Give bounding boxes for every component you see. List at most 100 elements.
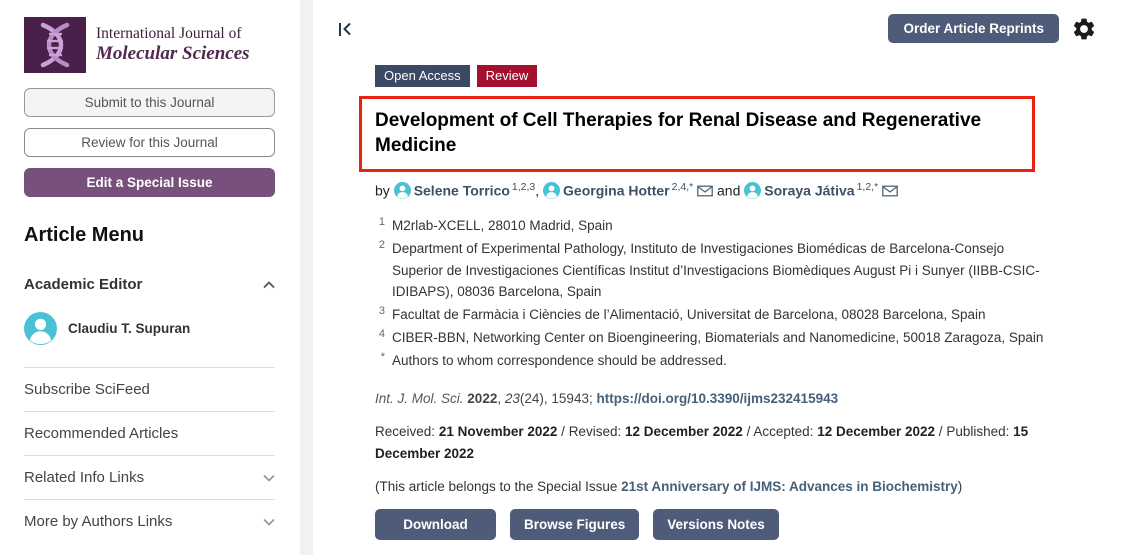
citation-year: 2022	[467, 391, 497, 406]
history-label: Revised:	[569, 424, 622, 439]
sidebar-item-more-by-authors-links[interactable]: More by Authors Links	[24, 499, 275, 543]
title-highlight-box: Development of Cell Therapies for Renal …	[359, 96, 1035, 172]
order-article-reprints-button[interactable]: Order Article Reprints	[888, 14, 1059, 43]
affiliation-marker: *	[375, 349, 385, 371]
collapse-bar	[339, 23, 341, 36]
header-actions: Order Article Reprints	[888, 14, 1097, 43]
author-link[interactable]: Selene Torrico	[414, 183, 510, 199]
author-person-icon	[543, 182, 560, 199]
affiliation-item: * Authors to whom correspondence should …	[375, 350, 1051, 372]
sidebar-item-recommended-articles[interactable]: Recommended Articles	[24, 411, 275, 455]
history-date: 12 December 2022	[817, 424, 935, 439]
citation-issue-pages: (24), 15943;	[520, 391, 593, 406]
academic-editor-card: Claudiu T. Supuran	[24, 312, 275, 345]
history-label: Accepted:	[753, 424, 813, 439]
history-label: Received:	[375, 424, 435, 439]
affiliation-text: Authors to whom correspondence should be…	[392, 350, 727, 372]
history-label: Published:	[946, 424, 1009, 439]
author-person-icon	[744, 182, 761, 199]
submit-to-journal-button[interactable]: Submit to this Journal	[24, 88, 275, 117]
article-title: Development of Cell Therapies for Renal …	[375, 108, 1020, 158]
history-separator: /	[939, 424, 943, 439]
versions-notes-button[interactable]: Versions Notes	[653, 509, 779, 540]
article: Open Access Review Development of Cell T…	[375, 65, 1075, 540]
email-icon[interactable]	[882, 185, 898, 197]
edit-special-issue-button[interactable]: Edit a Special Issue	[24, 168, 275, 197]
affiliation-marker: 1	[375, 214, 385, 236]
affiliation-text: Facultat de Farmàcia i Ciències de l’Ali…	[392, 304, 986, 326]
chevron-up-icon[interactable]	[263, 281, 275, 289]
affiliation-text: CIBER-BBN, Networking Center on Bioengin…	[392, 327, 1043, 349]
affiliation-text: Department of Experimental Pathology, In…	[392, 238, 1051, 304]
article-menu-title: Article Menu	[24, 224, 275, 247]
journal-logo-block[interactable]: International Journal of Molecular Scien…	[24, 17, 275, 73]
journal-name-line2: Molecular Sciences	[96, 43, 250, 65]
history-separator: /	[747, 424, 751, 439]
special-issue-prefix: (This article belongs to the Special Iss…	[375, 479, 617, 494]
gear-icon[interactable]	[1071, 16, 1097, 42]
sidebar: International Journal of Molecular Scien…	[0, 0, 300, 555]
author-person-icon	[394, 182, 411, 199]
history-date: 12 December 2022	[625, 424, 743, 439]
special-issue-suffix: )	[958, 479, 963, 494]
author-affil-sup: 2,4,*	[672, 181, 694, 193]
byline-by: by	[375, 183, 390, 199]
affiliation-marker: 4	[375, 326, 385, 348]
author-affil-sup: 1,2,3	[512, 181, 535, 193]
doi-link[interactable]: https://doi.org/10.3390/ijms232415943	[596, 391, 838, 406]
sidebar-item-label: Subscribe SciFeed	[24, 381, 150, 398]
special-issue-link[interactable]: 21st Anniversary of IJMS: Advances in Bi…	[621, 479, 958, 494]
sidebar-item-label: Related Info Links	[24, 469, 144, 486]
sidebar-item-label: More by Authors Links	[24, 513, 172, 530]
sidebar-item-related-info-links[interactable]: Related Info Links	[24, 455, 275, 499]
academic-editor-label: Academic Editor	[24, 276, 142, 293]
open-access-badge: Open Access	[375, 65, 470, 87]
page: International Journal of Molecular Scien…	[0, 0, 1121, 555]
affiliation-item: 3 Facultat de Farmàcia i Ciències de l’A…	[375, 304, 1051, 326]
affiliations-list: 1 M2rlab-XCELL, 28010 Madrid, Spain 2 De…	[375, 215, 1051, 372]
author-link[interactable]: Georgina Hotter	[563, 183, 670, 199]
academic-editor-name[interactable]: Claudiu T. Supuran	[68, 321, 190, 336]
chevron-down-icon	[263, 518, 275, 526]
journal-logo-icon	[24, 17, 86, 73]
author-affil-sup: 1,2,*	[857, 181, 879, 193]
browse-figures-button[interactable]: Browse Figures	[510, 509, 639, 540]
author-separator: and	[717, 183, 740, 199]
affiliation-item: 2 Department of Experimental Pathology, …	[375, 238, 1051, 304]
article-badges: Open Access Review	[375, 65, 1075, 87]
download-button[interactable]: Download	[375, 509, 496, 540]
history-date: 21 November 2022	[439, 424, 558, 439]
history-separator: /	[561, 424, 565, 439]
citation-comma: ,	[497, 391, 501, 406]
special-issue-line: (This article belongs to the Special Iss…	[375, 479, 1075, 494]
collapse-sidebar-icon[interactable]	[339, 22, 352, 36]
affiliation-marker: 2	[375, 237, 385, 303]
citation-line: Int. J. Mol. Sci. 2022, 23(24), 15943; h…	[375, 391, 1075, 406]
main-header: Order Article Reprints	[339, 14, 1097, 43]
affiliation-marker: 3	[375, 303, 385, 325]
article-history: Received: 21 November 2022 / Revised: 12…	[375, 421, 1051, 466]
main-content: Order Article Reprints Open Access Revie…	[313, 0, 1121, 555]
citation-journal-abbrev: Int. J. Mol. Sci.	[375, 391, 464, 406]
sidebar-links: Subscribe SciFeed Recommended Articles R…	[24, 367, 275, 543]
chevron-down-icon	[263, 474, 275, 482]
content-divider	[300, 0, 313, 555]
author-separator: ,	[535, 183, 539, 199]
journal-name-line1: International Journal of	[96, 25, 250, 43]
affiliation-item: 1 M2rlab-XCELL, 28010 Madrid, Spain	[375, 215, 1051, 237]
email-icon[interactable]	[697, 185, 713, 197]
sidebar-item-label: Recommended Articles	[24, 425, 178, 442]
action-buttons: Download Browse Figures Versions Notes	[375, 509, 1075, 540]
byline: by Selene Torrico1,2,3, Georgina Hotter2…	[375, 181, 1075, 199]
author-link[interactable]: Soraya Játiva	[764, 183, 854, 199]
affiliation-text: M2rlab-XCELL, 28010 Madrid, Spain	[392, 215, 613, 237]
sidebar-item-subscribe-scifeed[interactable]: Subscribe SciFeed	[24, 367, 275, 411]
review-for-journal-button[interactable]: Review for this Journal	[24, 128, 275, 157]
affiliation-item: 4 CIBER-BBN, Networking Center on Bioeng…	[375, 327, 1051, 349]
review-badge: Review	[477, 65, 538, 87]
editor-avatar	[24, 312, 57, 345]
citation-volume: 23	[505, 391, 520, 406]
journal-name: International Journal of Molecular Scien…	[96, 25, 250, 65]
academic-editor-header[interactable]: Academic Editor	[24, 276, 275, 293]
dna-helix-icon	[34, 22, 76, 68]
